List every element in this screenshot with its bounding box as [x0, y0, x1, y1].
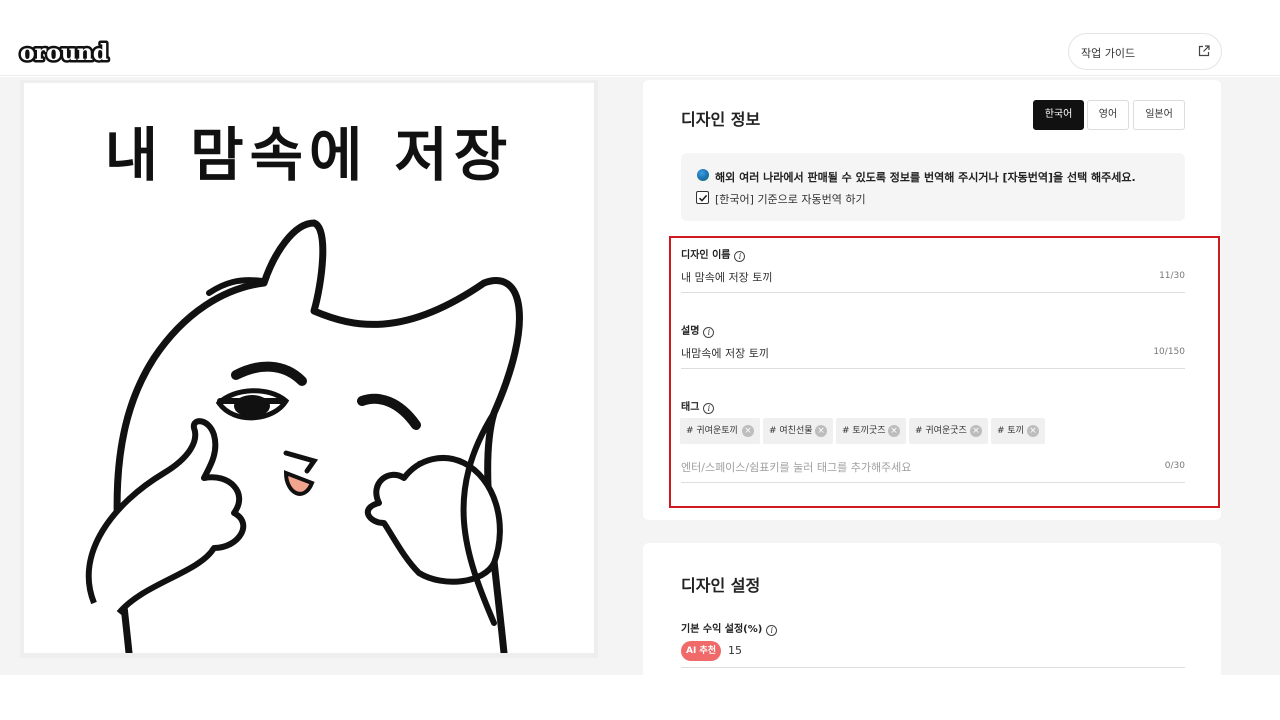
design-settings-card: 디자인 설정: [643, 543, 1221, 683]
tag-chip-label: # 여친선물: [769, 426, 813, 436]
globe-icon: [697, 169, 709, 181]
description-label-text: 설명: [681, 326, 700, 337]
remove-tag-icon[interactable]: ×: [970, 425, 982, 437]
tag-chip: # 여친선물 ×: [763, 418, 833, 444]
profit-underline: [681, 667, 1185, 668]
ai-recommend-badge[interactable]: AI 추천: [681, 641, 721, 661]
top-header: oround oround 작업 가이드: [0, 0, 1280, 76]
app-root: oround oround 작업 가이드 내 맘속에 저장 디자인 정보 한국어…: [0, 0, 1280, 720]
info-icon[interactable]: i: [766, 625, 778, 636]
tag-chip-label: # 토끼: [997, 426, 1024, 436]
language-tabs: 한국어 영어 일본어: [643, 100, 1221, 130]
tag-chip-label: # 토끼굿즈: [842, 426, 886, 436]
design-info-card: 디자인 정보 한국어 영어 일본어 해외 여러 나라에서 판매될 수 있도록 정…: [643, 80, 1221, 520]
description-input[interactable]: 내맘속에 저장 토끼: [681, 345, 769, 361]
tag-chip-label: # 귀여운토끼: [686, 426, 738, 436]
tag-chip-label: # 귀여운굿즈: [915, 426, 967, 436]
artwork-caption: 내 맘속에 저장: [105, 121, 514, 189]
design-name-input[interactable]: 내 맘속에 저장 토끼: [681, 269, 772, 285]
work-guide-button[interactable]: 작업 가이드: [1068, 33, 1222, 70]
external-link-icon: [1198, 45, 1210, 57]
svg-text:oround: oround: [20, 40, 108, 66]
tag-counter: 0/30: [1164, 461, 1185, 471]
tag-input[interactable]: 엔터/스페이스/쉼표키를 눌러 태그를 추가해주세요: [681, 459, 911, 475]
description-label: 설명 i: [681, 322, 715, 338]
translation-notice-text: 해외 여러 나라에서 판매될 수 있도록 정보를 번역해 주시거나 [자동번역]…: [715, 171, 1136, 184]
tag-chip: # 토끼 ×: [991, 418, 1045, 444]
info-icon[interactable]: i: [703, 327, 715, 338]
tab-lang-english[interactable]: 영어: [1087, 100, 1129, 130]
design-name-label-text: 디자인 이름: [681, 250, 731, 261]
remove-tag-icon[interactable]: ×: [888, 425, 900, 437]
design-preview-image: 내 맘속에 저장: [24, 83, 594, 653]
auto-translate-label: [한국어] 기준으로 자동번역 하기: [715, 193, 866, 206]
remove-tag-icon[interactable]: ×: [742, 425, 754, 437]
auto-translate-checkbox[interactable]: [696, 191, 709, 204]
checkmark-icon: [698, 194, 708, 202]
description-counter: 10/150: [1153, 347, 1185, 357]
remove-tag-icon[interactable]: ×: [815, 425, 827, 437]
tag-chip: # 귀여운굿즈 ×: [909, 418, 988, 444]
info-icon[interactable]: i: [703, 403, 715, 414]
tab-lang-korean[interactable]: 한국어: [1033, 100, 1084, 130]
work-guide-label: 작업 가이드: [1081, 47, 1136, 60]
translation-notice: 해외 여러 나라에서 판매될 수 있도록 정보를 번역해 주시거나 [자동번역]…: [681, 153, 1185, 221]
remove-tag-icon[interactable]: ×: [1027, 425, 1039, 437]
design-preview-panel: 내 맘속에 저장: [20, 80, 598, 658]
profit-input[interactable]: 15: [728, 644, 742, 657]
design-name-underline: [681, 292, 1185, 293]
info-icon[interactable]: i: [734, 251, 746, 262]
rabbit-illustration: 내 맘속에 저장: [85, 121, 523, 653]
tag-chip: # 귀여운토끼 ×: [680, 418, 760, 444]
tag-underline: [681, 482, 1185, 483]
tags-label: 태그 i: [681, 398, 715, 414]
profit-label-text: 기본 수익 설정(%): [681, 624, 763, 635]
design-settings-title: 디자인 설정: [681, 576, 761, 595]
tag-chip: # 토끼굿즈 ×: [836, 418, 906, 444]
tags-label-text: 태그: [681, 402, 700, 413]
tab-lang-japanese[interactable]: 일본어: [1133, 100, 1185, 130]
oround-logo[interactable]: oround oround: [18, 38, 114, 66]
design-name-label: 디자인 이름 i: [681, 246, 746, 262]
profit-label: 기본 수익 설정(%) i: [681, 620, 778, 636]
design-name-counter: 11/30: [1159, 271, 1185, 281]
description-underline: [681, 368, 1185, 369]
